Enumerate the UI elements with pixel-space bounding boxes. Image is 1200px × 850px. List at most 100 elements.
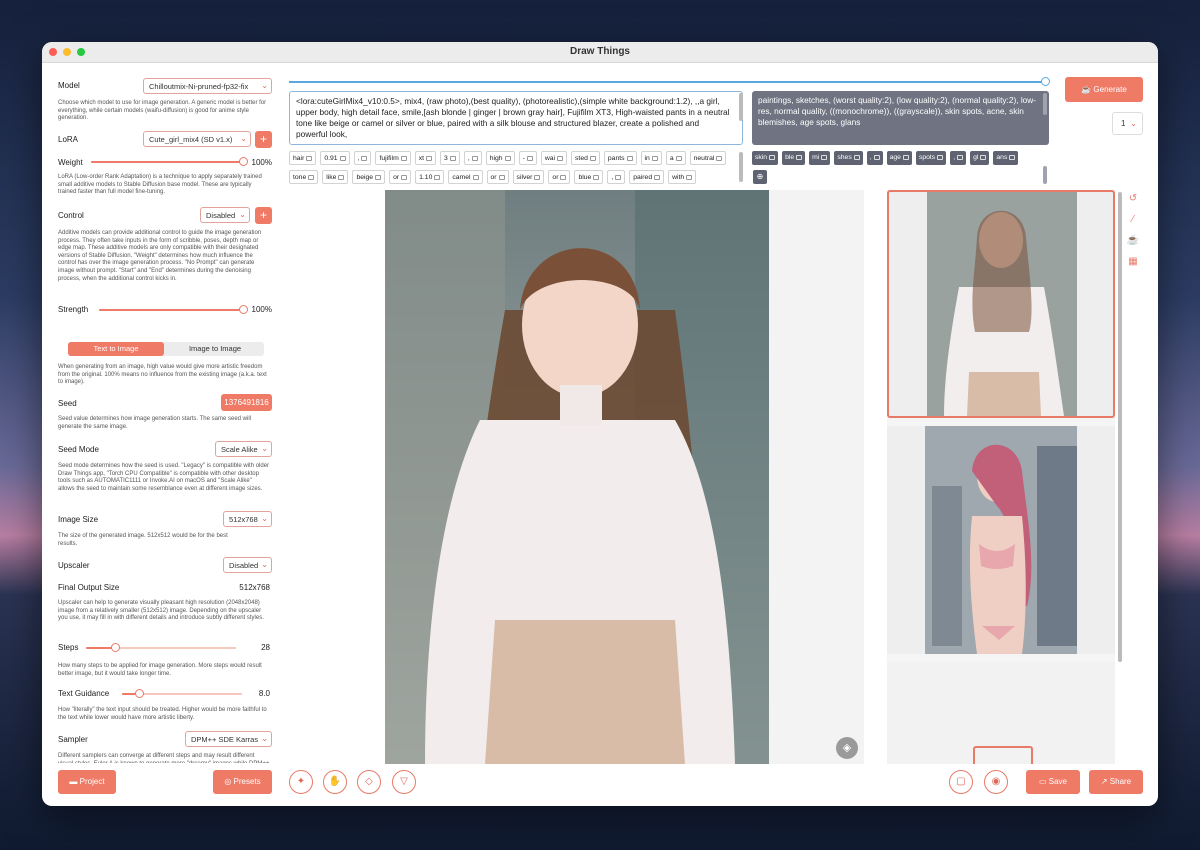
seed-mode-select[interactable]: Scale Alike ⌄ <box>215 441 272 457</box>
prompt-token[interactable]: fujifilm <box>375 151 411 165</box>
share-button[interactable]: ↗ Share <box>1089 770 1143 794</box>
history-thumbnail[interactable] <box>887 426 1115 654</box>
prompt-token[interactable]: camel <box>448 170 483 184</box>
add-lora-button[interactable]: + <box>255 131 272 148</box>
token-toggle-icon[interactable] <box>361 155 368 161</box>
prompt-token[interactable]: 3 <box>440 151 460 165</box>
negative-token[interactable]: gl <box>970 151 990 165</box>
history-thumbnail-selected[interactable] <box>887 190 1115 418</box>
upscaler-select[interactable]: Disabled ⌄ <box>223 557 272 573</box>
layers-icon[interactable]: ◈ <box>836 737 858 759</box>
prompt-token[interactable]: high <box>485 151 515 165</box>
token-toggle-icon[interactable] <box>498 174 505 180</box>
add-token-button[interactable]: ⊕ <box>753 170 767 184</box>
token-toggle-icon[interactable] <box>472 174 479 180</box>
negative-token[interactable]: ans <box>993 151 1019 165</box>
token-toggle-icon[interactable] <box>686 174 693 180</box>
weight-slider[interactable] <box>91 157 248 166</box>
token-toggle-icon[interactable] <box>339 155 346 161</box>
prompt-input[interactable]: <lora:cuteGirlMix4_v10:0.5>, mix4, (raw … <box>289 91 743 145</box>
token-toggle-icon[interactable] <box>400 155 407 161</box>
prompt-token[interactable]: 1.10 <box>415 170 445 184</box>
token-toggle-icon[interactable] <box>615 174 622 180</box>
text-guidance-slider[interactable] <box>122 689 242 698</box>
text-to-image-tab[interactable]: Text to Image <box>68 342 164 356</box>
token-toggle-icon[interactable] <box>716 155 723 161</box>
prompt-token[interactable]: 0.91 <box>320 151 350 165</box>
prompt-token[interactable]: xt <box>414 151 437 165</box>
sticky-note-icon[interactable]: ▢ <box>949 770 973 794</box>
token-toggle-icon[interactable] <box>338 174 345 180</box>
token-toggle-icon[interactable] <box>902 154 909 160</box>
negative-token[interactable]: , <box>950 151 967 165</box>
token-toggle-icon[interactable] <box>651 155 658 161</box>
token-toggle-icon[interactable] <box>593 174 600 180</box>
history-thumbnail-empty[interactable] <box>887 662 1115 764</box>
token-toggle-icon[interactable] <box>526 155 533 161</box>
negative-token[interactable]: ble <box>782 151 806 165</box>
image-canvas[interactable] <box>385 190 864 764</box>
text-guidance-slider-handle[interactable] <box>135 689 144 698</box>
negative-token[interactable]: shes <box>834 151 863 165</box>
token-toggle-icon[interactable] <box>853 154 860 160</box>
token-toggle-icon[interactable] <box>434 174 441 180</box>
negative-prompt-scrollbar[interactable] <box>1043 93 1047 115</box>
token-toggle-icon[interactable] <box>873 154 880 160</box>
paint-bucket-icon[interactable]: ▽ <box>392 770 416 794</box>
batch-count-select[interactable]: 1 ⌄ <box>1112 112 1143 135</box>
token-toggle-icon[interactable] <box>796 154 803 160</box>
prompt-token[interactable]: hair <box>289 151 317 165</box>
token-toggle-icon[interactable] <box>769 154 776 160</box>
grid-icon[interactable]: ▦ <box>1126 255 1140 269</box>
eraser-icon[interactable]: ◇ <box>357 770 381 794</box>
generated-image[interactable] <box>385 190 769 764</box>
control-select[interactable]: Disabled ⌄ <box>200 207 250 223</box>
token-toggle-icon[interactable] <box>675 155 682 161</box>
strength-slider[interactable] <box>99 305 248 314</box>
negative-tokens-scrollbar[interactable] <box>1043 166 1047 184</box>
image-to-image-tab[interactable]: Image to Image <box>166 342 264 356</box>
prompt-token[interactable]: , <box>463 151 482 165</box>
prompt-token[interactable]: , <box>353 151 372 165</box>
token-toggle-icon[interactable] <box>471 155 478 161</box>
token-toggle-icon[interactable] <box>1009 154 1016 160</box>
teapot-icon[interactable]: ☕ <box>1126 234 1140 248</box>
prompt-token[interactable]: , <box>607 170 626 184</box>
prompt-token[interactable]: tone <box>289 170 319 184</box>
token-toggle-icon[interactable] <box>589 155 596 161</box>
negative-prompt-input[interactable]: paintings, sketches, (worst quality:2), … <box>752 91 1049 145</box>
history-slider-handle[interactable] <box>1041 77 1050 86</box>
history-scrollbar[interactable] <box>1118 192 1122 662</box>
save-button[interactable]: ▭ Save <box>1026 770 1080 794</box>
prompt-token[interactable]: blue <box>574 170 604 184</box>
prompt-token[interactable]: like <box>322 170 349 184</box>
prompt-token[interactable]: beige <box>352 170 386 184</box>
negative-token[interactable]: skin <box>752 151 779 165</box>
prompt-token[interactable]: or <box>389 170 412 184</box>
prompt-token[interactable]: - <box>518 151 537 165</box>
token-toggle-icon[interactable] <box>626 155 633 161</box>
token-toggle-icon[interactable] <box>426 155 433 161</box>
steps-slider-handle[interactable] <box>111 643 120 652</box>
seed-field[interactable]: 1376491816 <box>221 394 272 411</box>
prompt-token[interactable]: in <box>640 151 662 165</box>
negative-token[interactable]: mi <box>809 151 831 165</box>
history-icon[interactable]: ↺ <box>1126 192 1140 206</box>
prompt-token[interactable]: or <box>486 170 509 184</box>
prompt-scrollbar[interactable] <box>739 93 743 121</box>
token-toggle-icon[interactable] <box>449 155 456 161</box>
presets-button[interactable]: ◎ Presets <box>213 770 272 794</box>
camera-icon[interactable]: ◉ <box>984 770 1008 794</box>
token-toggle-icon[interactable] <box>957 154 964 160</box>
prompt-token[interactable]: with <box>668 170 697 184</box>
prompt-token[interactable]: neutral <box>689 151 727 165</box>
token-toggle-icon[interactable] <box>308 174 315 180</box>
tokens-scrollbar[interactable] <box>739 152 743 182</box>
token-toggle-icon[interactable] <box>937 154 944 160</box>
steps-slider[interactable] <box>86 643 236 652</box>
token-toggle-icon[interactable] <box>401 174 408 180</box>
token-toggle-icon[interactable] <box>504 155 511 161</box>
model-select[interactable]: Chilloutmix-Ni-pruned-fp32-fix ⌄ <box>143 78 272 94</box>
hand-icon[interactable]: ✋ <box>323 770 347 794</box>
prompt-token[interactable]: or <box>548 170 571 184</box>
